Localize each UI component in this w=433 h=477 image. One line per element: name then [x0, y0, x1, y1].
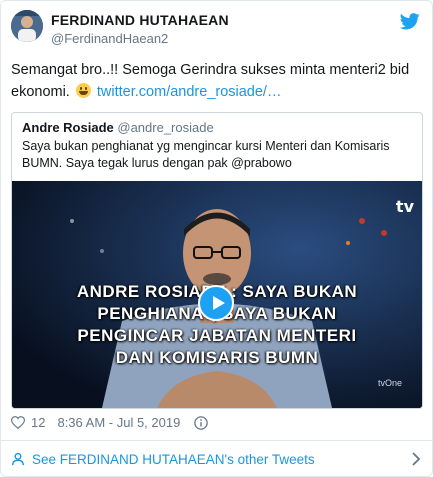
grinning-face-icon: [75, 83, 91, 98]
play-icon[interactable]: [198, 285, 234, 321]
tweet-meta: 12 8:36 AM - Jul 5, 2019: [11, 415, 209, 430]
divider: [1, 440, 432, 441]
author-name[interactable]: FERDINAND HUTAHAEAN: [51, 12, 229, 28]
watermark: tvOne: [377, 378, 402, 388]
see-other-tweets-label[interactable]: See FERDINAND HUTAHAEAN's other Tweets: [32, 452, 315, 467]
quoted-author-name[interactable]: Andre Rosiade: [22, 120, 114, 135]
author-handle[interactable]: @FerdinandHaean2: [51, 31, 168, 46]
like-count[interactable]: 12: [31, 415, 45, 430]
video-player[interactable]: tv ANDRE ROSIADE : SAYA BUKAN PENGHIANAT…: [12, 181, 422, 408]
user-icon: [12, 452, 24, 466]
twitter-bird-icon[interactable]: [400, 13, 420, 30]
tweet-header: FERDINAND HUTAHAEAN @FerdinandHaean2: [1, 1, 432, 51]
quoted-text: Saya bukan penghianat yg mengincar kursi…: [22, 139, 390, 170]
caption-line: PENGINCAR JABATAN MENTERI: [77, 326, 357, 345]
caption-line: DAN KOMISARIS BUMN: [115, 348, 319, 367]
channel-logo: tv: [395, 197, 414, 216]
tweet-text: Semangat bro..!! Semoga Gerindra sukses …: [11, 59, 423, 103]
info-icon[interactable]: [194, 415, 209, 430]
embedded-tweet-card: FERDINAND HUTAHAEAN @FerdinandHaean2 Sem…: [0, 0, 433, 477]
see-other-tweets-link[interactable]: See FERDINAND HUTAHAEAN's other Tweets: [11, 449, 421, 469]
timestamp[interactable]: 8:36 AM - Jul 5, 2019: [57, 415, 180, 430]
chevron-right-icon[interactable]: [411, 452, 421, 466]
quoted-author-handle[interactable]: @andre_rosiade: [117, 120, 213, 135]
quoted-tweet[interactable]: Andre Rosiade @andre_rosiade Saya bukan …: [11, 112, 423, 409]
tweet-link[interactable]: twitter.com/andre_rosiade/…: [97, 84, 282, 100]
quoted-author: Andre Rosiade @andre_rosiade: [22, 120, 214, 135]
heart-icon[interactable]: [11, 416, 25, 429]
avatar[interactable]: [11, 10, 43, 42]
